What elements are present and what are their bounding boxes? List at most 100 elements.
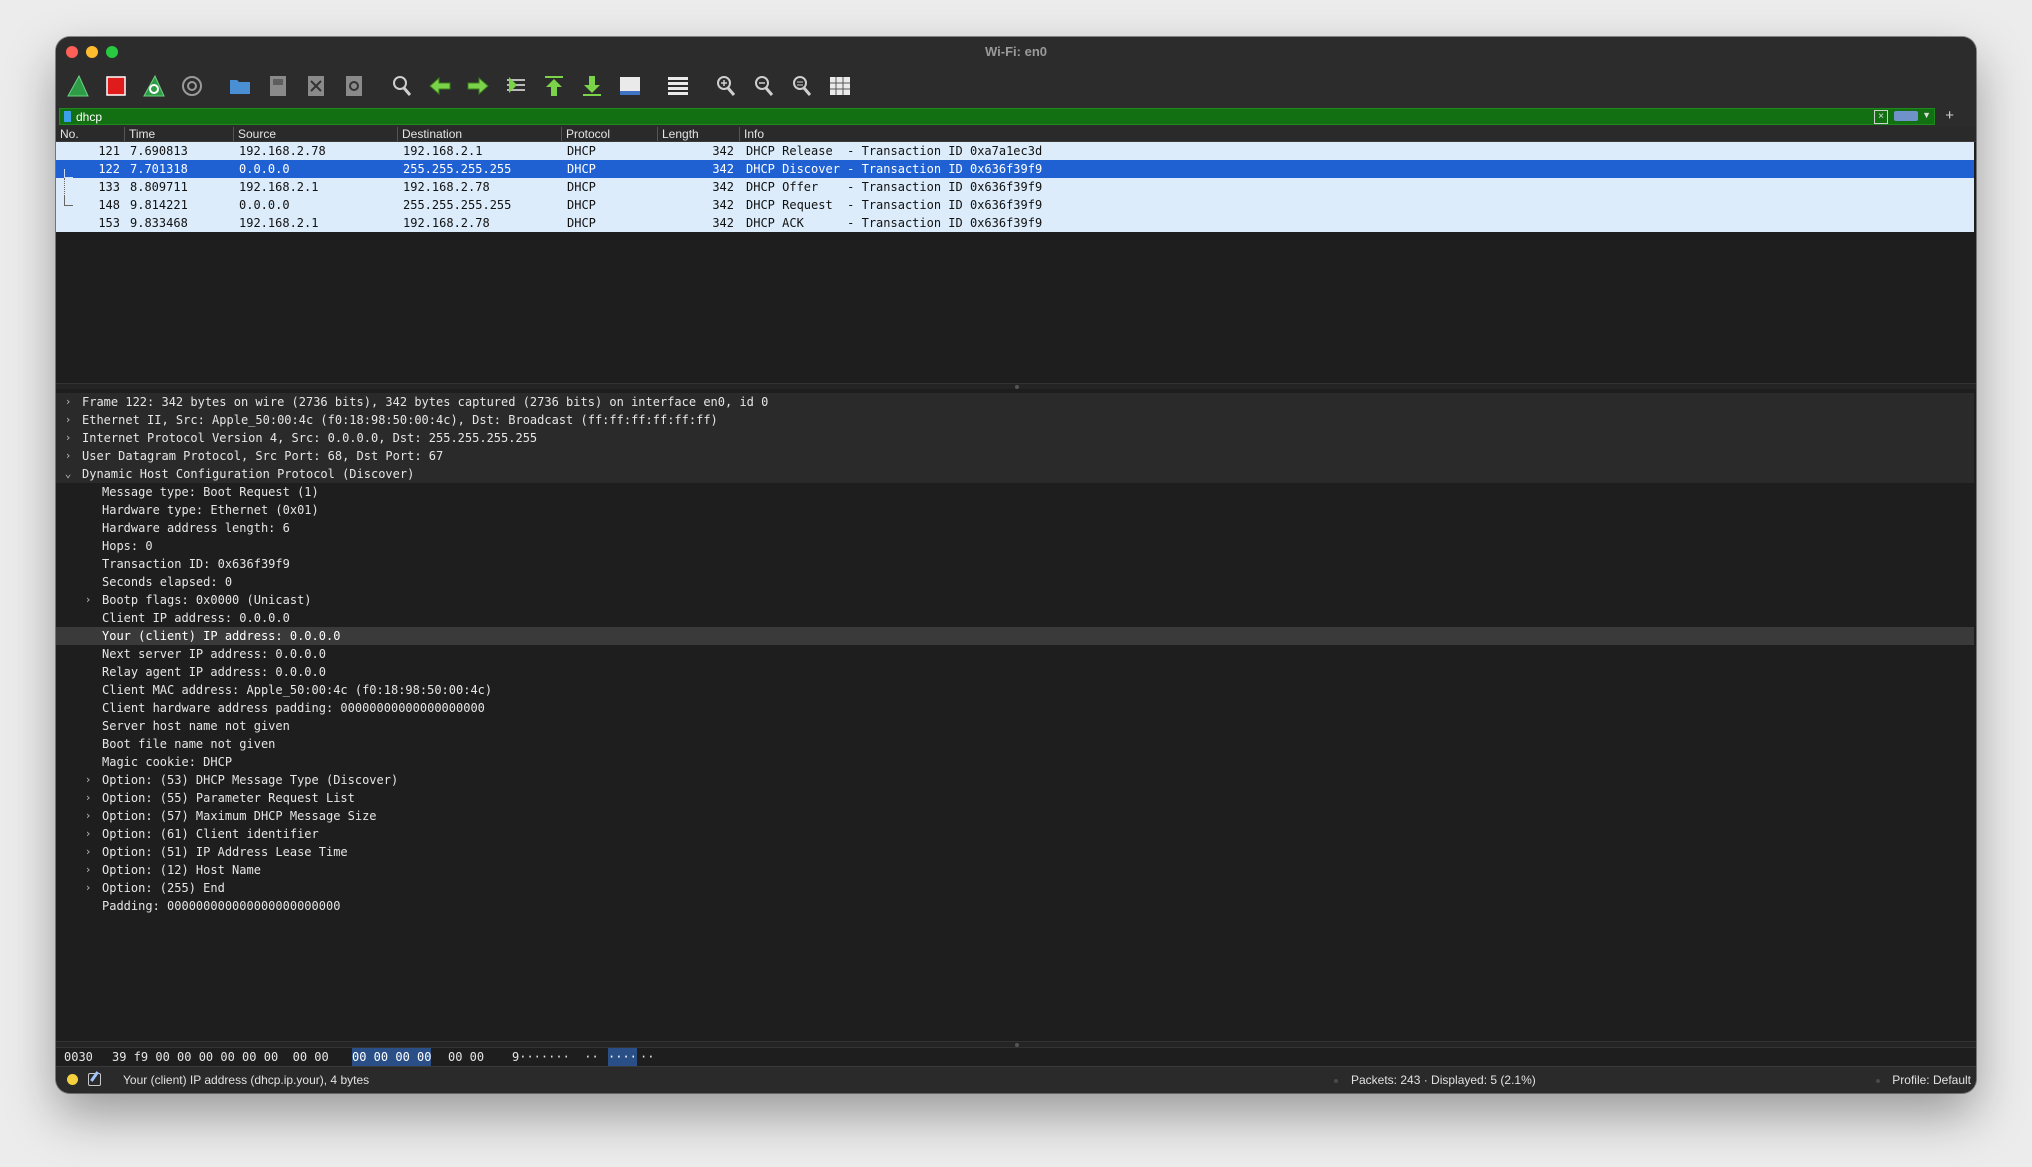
open-file-button[interactable]	[226, 72, 254, 100]
col-header-destination[interactable]: Destination	[398, 127, 562, 141]
stop-capture-button[interactable]	[102, 72, 130, 100]
zoom-in-button[interactable]	[712, 72, 740, 100]
colorize-list-button[interactable]	[664, 72, 692, 100]
display-filter-input[interactable]	[76, 109, 1376, 124]
detail-tree-item[interactable]: › Option: (53) DHCP Message Type (Discove…	[56, 771, 1974, 789]
chevron-down-icon[interactable]: ⌄	[62, 465, 74, 483]
packet-row[interactable]: 122 7.701318 0.0.0.0 255.255.255.255 DHCP 342…	[56, 160, 1974, 178]
detail-tree-item[interactable]: › Option: (255) End	[56, 879, 1974, 897]
find-packet-button[interactable]	[388, 72, 416, 100]
last-packet-button[interactable]	[578, 72, 606, 100]
detail-tree-text: Server host name not given	[102, 719, 290, 733]
expert-info-indicator-icon[interactable]	[67, 1074, 78, 1085]
detail-tree-item[interactable]: › Frame 122: 342 bytes on wire (2736 bits…	[56, 393, 1974, 411]
detail-tree-item[interactable]: Hops: 0	[56, 537, 1974, 555]
chevron-right-icon[interactable]: ›	[82, 843, 94, 861]
detail-tree-item[interactable]: › User Datagram Protocol, Src Port: 68, D…	[56, 447, 1974, 465]
chevron-right-icon[interactable]: ›	[82, 771, 94, 789]
status-profile[interactable]: Profile: Default	[1892, 1067, 1971, 1093]
chevron-right-icon[interactable]: ›	[82, 807, 94, 825]
col-header-protocol[interactable]: Protocol	[562, 127, 658, 141]
resize-columns-button[interactable]	[826, 72, 854, 100]
go-back-button[interactable]	[426, 72, 454, 100]
detail-tree-item[interactable]: Hardware type: Ethernet (0x01)	[56, 501, 1974, 519]
add-filter-button[interactable]: +	[1945, 107, 1954, 124]
detail-tree-item[interactable]: Padding: 000000000000000000000000	[56, 897, 1974, 915]
bookmark-icon[interactable]	[64, 111, 71, 122]
detail-tree-item[interactable]: Your (client) IP address: 0.0.0.0	[56, 627, 1974, 645]
detail-tree-item[interactable]: › Ethernet II, Src: Apple_50:00:4c (f0:18…	[56, 411, 1974, 429]
go-forward-button[interactable]	[464, 72, 492, 100]
detail-tree-item[interactable]: Client hardware address padding: 0000000…	[56, 699, 1974, 717]
chevron-right-icon[interactable]: ›	[62, 393, 74, 411]
detail-tree-item[interactable]: › Option: (61) Client identifier	[56, 825, 1974, 843]
cell-protocol: DHCP	[567, 144, 596, 158]
close-file-icon	[303, 73, 329, 99]
detail-tree-item[interactable]: Server host name not given	[56, 717, 1974, 735]
detail-tree-item[interactable]: Boot file name not given	[56, 735, 1974, 753]
cell-source: 0.0.0.0	[239, 162, 290, 176]
detail-tree-item[interactable]: Hardware address length: 6	[56, 519, 1974, 537]
capture-options-button[interactable]	[178, 72, 206, 100]
normal-size-button[interactable]	[788, 72, 816, 100]
bytes-ascii-selected[interactable]: ····	[608, 1048, 637, 1066]
detail-tree-item[interactable]: › Option: (12) Host Name	[56, 861, 1974, 879]
resize-columns-icon	[827, 73, 853, 99]
detail-tree-item[interactable]: Client MAC address: Apple_50:00:4c (f0:1…	[56, 681, 1974, 699]
clear-filter-icon[interactable]: ×	[1874, 110, 1888, 124]
detail-tree-text: Message type: Boot Request (1)	[102, 485, 319, 499]
restart-capture-button[interactable]	[140, 72, 168, 100]
reload-file-button[interactable]	[340, 72, 368, 100]
detail-tree-item[interactable]: Relay agent IP address: 0.0.0.0	[56, 663, 1974, 681]
filter-history-chevron-down-icon[interactable]: ▼	[1922, 110, 1931, 120]
cell-protocol: DHCP	[567, 180, 596, 194]
bytes-hex[interactable]: 39 f9 00 00 00 00 00 00 00 00	[112, 1048, 329, 1066]
first-packet-button[interactable]	[540, 72, 568, 100]
packet-row[interactable]: 153 9.833468 192.168.2.1 192.168.2.78 DHCP 34…	[56, 214, 1974, 232]
detail-tree-item[interactable]: › Option: (57) Maximum DHCP Message Size	[56, 807, 1974, 825]
chevron-right-icon[interactable]: ›	[62, 411, 74, 429]
packet-row[interactable]: 121 7.690813 192.168.2.78 192.168.2.1 DHCP 34…	[56, 142, 1974, 160]
col-header-info[interactable]: Info	[740, 127, 1974, 141]
col-header-source[interactable]: Source	[234, 127, 398, 141]
zoom-out-button[interactable]	[750, 72, 778, 100]
detail-tree-item[interactable]: ⌄ Dynamic Host Configuration Protocol (Di…	[56, 465, 1974, 483]
detail-tree-item[interactable]: › Option: (55) Parameter Request List	[56, 789, 1974, 807]
cell-length: 342	[712, 144, 734, 158]
edit-comment-icon[interactable]	[88, 1073, 101, 1086]
chevron-right-icon[interactable]: ›	[62, 447, 74, 465]
auto-scroll-button[interactable]	[616, 72, 644, 100]
packet-row[interactable]: 133 8.809711 192.168.2.1 192.168.2.78 DHCP 34…	[56, 178, 1974, 196]
apply-filter-icon[interactable]	[1894, 111, 1918, 121]
capture-options-gear-icon	[179, 73, 205, 99]
chevron-right-icon[interactable]: ›	[62, 429, 74, 447]
col-header-time[interactable]: Time	[125, 127, 234, 141]
detail-tree-item[interactable]: Transaction ID: 0x636f39f9	[56, 555, 1974, 573]
chevron-right-icon[interactable]: ›	[82, 591, 94, 609]
bytes-hex-trailing[interactable]: 00 00	[448, 1048, 484, 1066]
detail-tree-item[interactable]: › Bootp flags: 0x0000 (Unicast)	[56, 591, 1974, 609]
bytes-hex-selected[interactable]: 00 00 00 00	[352, 1048, 432, 1066]
close-file-button[interactable]	[302, 72, 330, 100]
col-header-length[interactable]: Length	[658, 127, 740, 141]
col-header-no[interactable]: No.	[56, 127, 125, 141]
go-to-packet-button[interactable]	[502, 72, 530, 100]
packet-list-header: No. Time Source Destination Protocol Len…	[56, 127, 1976, 142]
chevron-right-icon[interactable]: ›	[82, 861, 94, 879]
bytes-ascii[interactable]: 9······· ··	[512, 1048, 599, 1066]
window-title: Wi-Fi: en0	[985, 44, 1047, 59]
open-folder-icon	[227, 73, 253, 99]
detail-tree-item[interactable]: Client IP address: 0.0.0.0	[56, 609, 1974, 627]
detail-tree-item[interactable]: › Internet Protocol Version 4, Src: 0.0.0…	[56, 429, 1974, 447]
detail-tree-item[interactable]: Message type: Boot Request (1)	[56, 483, 1974, 501]
detail-tree-item[interactable]: Next server IP address: 0.0.0.0	[56, 645, 1974, 663]
chevron-right-icon[interactable]: ›	[82, 825, 94, 843]
packet-row[interactable]: 148 9.814221 0.0.0.0 255.255.255.255 DHCP 342…	[56, 196, 1974, 214]
detail-tree-item[interactable]: Seconds elapsed: 0	[56, 573, 1974, 591]
start-capture-button[interactable]	[64, 72, 92, 100]
chevron-right-icon[interactable]: ›	[82, 789, 94, 807]
detail-tree-item[interactable]: Magic cookie: DHCP	[56, 753, 1974, 771]
detail-tree-item[interactable]: › Option: (51) IP Address Lease Time	[56, 843, 1974, 861]
save-file-button[interactable]	[264, 72, 292, 100]
chevron-right-icon[interactable]: ›	[82, 879, 94, 897]
